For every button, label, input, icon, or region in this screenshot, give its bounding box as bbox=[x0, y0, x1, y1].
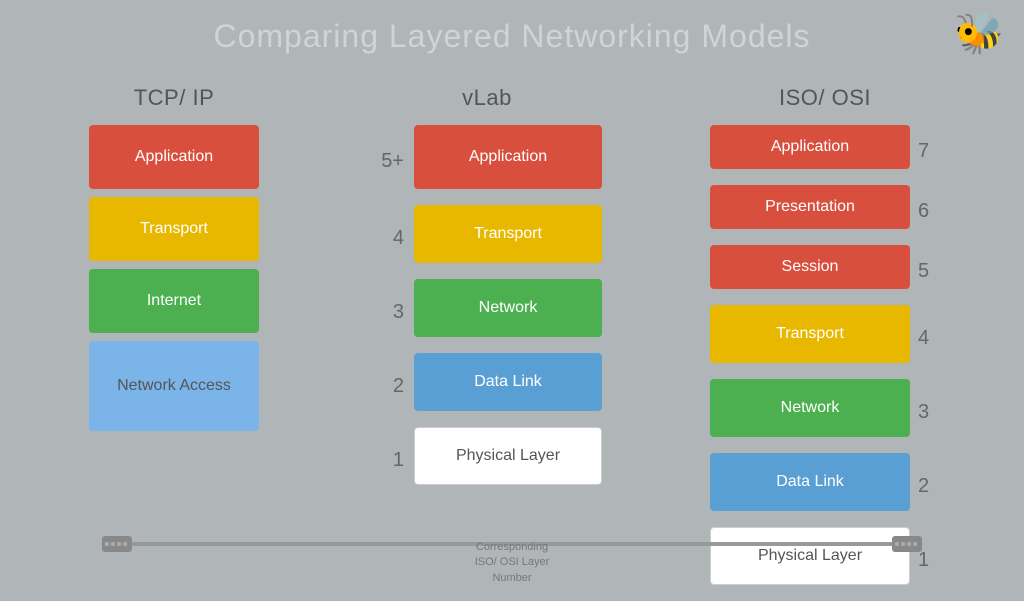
isoosi-row-datalink: Data Link 2 bbox=[710, 453, 940, 519]
isoosi-layer-network: Network bbox=[710, 379, 910, 437]
cable-connector-right bbox=[892, 536, 922, 552]
isoosi-row-session: Session 5 bbox=[710, 245, 940, 297]
tcpip-title: TCP/ IP bbox=[134, 85, 215, 111]
vlab-row-physical: 1 Physical Layer bbox=[372, 427, 602, 493]
vlab-column: vLab 5+ Application 4 Transport 3 Networ… bbox=[372, 85, 602, 501]
cable-line: Corresponding ISO/ OSI Layer Number bbox=[102, 542, 922, 546]
vlab-num-2: 2 bbox=[372, 375, 404, 398]
vlab-num-1: 1 bbox=[372, 449, 404, 472]
vlab-num-4: 4 bbox=[372, 227, 404, 250]
vlab-row-datalink: 2 Data Link bbox=[372, 353, 602, 419]
isoosi-layer-application: Application bbox=[710, 125, 910, 169]
isoosi-row-application: Application 7 bbox=[710, 125, 940, 177]
cable-connector-left bbox=[102, 536, 132, 552]
isoosi-row-network: Network 3 bbox=[710, 379, 940, 445]
vlab-num-3: 3 bbox=[372, 301, 404, 324]
isoosi-num-6: 6 bbox=[918, 200, 940, 223]
isoosi-num-7: 7 bbox=[918, 140, 940, 163]
vlab-layer-network: Network bbox=[414, 279, 602, 337]
tcpip-layer-netaccess: Network Access bbox=[89, 341, 259, 431]
isoosi-num-5: 5 bbox=[918, 260, 940, 283]
vlab-title: vLab bbox=[462, 85, 512, 111]
isoosi-layer-session: Session bbox=[710, 245, 910, 289]
cable-area: Corresponding ISO/ OSI Layer Number bbox=[0, 542, 1024, 546]
vlab-num-5: 5+ bbox=[372, 150, 404, 173]
isoosi-num-3: 3 bbox=[918, 401, 940, 424]
tcpip-column: TCP/ IP Application Transport Internet N… bbox=[84, 85, 264, 439]
isoosi-row-presentation: Presentation 6 bbox=[710, 185, 940, 237]
page-title: Comparing Layered Networking Models bbox=[0, 0, 1024, 55]
isoosi-num-1: 1 bbox=[918, 549, 940, 572]
tcpip-layer-internet: Internet bbox=[89, 269, 259, 333]
vlab-row-application: 5+ Application bbox=[372, 125, 602, 197]
isoosi-layer-physical: Physical Layer bbox=[710, 527, 910, 585]
vlab-layer-application: Application bbox=[414, 125, 602, 189]
vlab-layer-transport: Transport bbox=[414, 205, 602, 263]
cable-label: Corresponding ISO/ OSI Layer Number bbox=[475, 540, 550, 586]
isoosi-num-2: 2 bbox=[918, 475, 940, 498]
vlab-row-network: 3 Network bbox=[372, 279, 602, 345]
vlab-layer-datalink: Data Link bbox=[414, 353, 602, 411]
isoosi-row-transport: Transport 4 bbox=[710, 305, 940, 371]
tcpip-layer-transport: Transport bbox=[89, 197, 259, 261]
isoosi-layer-presentation: Presentation bbox=[710, 185, 910, 229]
isoosi-title: ISO/ OSI bbox=[779, 85, 871, 111]
content-area: TCP/ IP Application Transport Internet N… bbox=[0, 65, 1024, 601]
isoosi-column: ISO/ OSI Application 7 Presentation 6 Se… bbox=[710, 85, 940, 601]
isoosi-layer-datalink: Data Link bbox=[710, 453, 910, 511]
tcpip-layer-application: Application bbox=[89, 125, 259, 189]
vlab-row-transport: 4 Transport bbox=[372, 205, 602, 271]
bee-icon: 🐝 bbox=[954, 10, 1004, 57]
isoosi-num-4: 4 bbox=[918, 327, 940, 350]
vlab-layer-physical: Physical Layer bbox=[414, 427, 602, 485]
isoosi-layer-transport: Transport bbox=[710, 305, 910, 363]
